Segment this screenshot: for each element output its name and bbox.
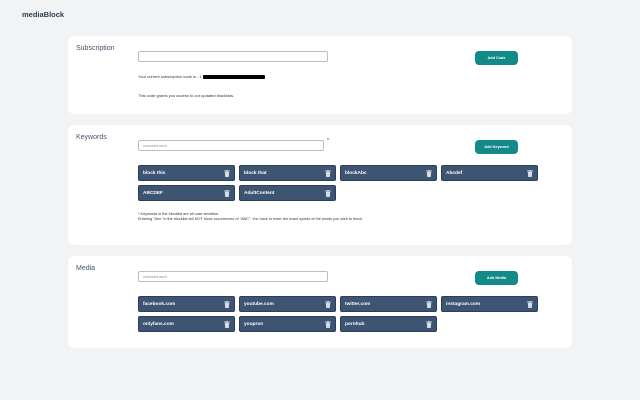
keyword-chip-label: ABCDEF (143, 190, 163, 196)
add-code-button[interactable]: Add Code (475, 51, 518, 65)
trash-icon[interactable] (425, 300, 432, 308)
media-chip: onlyfans.com (138, 316, 235, 332)
keyword-chip-label: blockAbc (345, 170, 367, 176)
media-chip-label: instagram.com (446, 301, 481, 307)
trash-icon[interactable] (526, 169, 533, 177)
subscription-code-input[interactable] (138, 51, 328, 62)
media-chip-label: pornhub (345, 321, 365, 327)
media-input[interactable] (138, 271, 328, 282)
media-chip: youpron (239, 316, 336, 332)
subscription-status-text: Your current subscription code is : 1 (138, 74, 202, 79)
app-title: mediaBlock (22, 10, 65, 19)
keyword-chip-label: block this (143, 170, 166, 176)
media-chip-label: facebook.com (143, 301, 176, 307)
subscription-title: Subscription (76, 45, 115, 52)
media-chip: facebook.com (138, 296, 235, 312)
subscription-card: Subscription Add Code Your current subsc… (68, 36, 572, 114)
keyword-chip-label: Abcdef (446, 170, 463, 176)
keyword-chip-list: block this block that blockAbc Abcdef AB… (138, 165, 538, 201)
keywords-title: Keywords (76, 134, 107, 141)
media-card: Media Add Media facebook.com youtube.com… (68, 256, 572, 348)
trash-icon[interactable] (324, 300, 331, 308)
trash-icon[interactable] (223, 169, 230, 177)
keyword-chip: block this (138, 165, 235, 181)
trash-icon[interactable] (526, 300, 533, 308)
media-chip: twitter.com (340, 296, 437, 312)
exact-syntax-note: Entering "Abc" in the blocklist will NOT… (138, 217, 364, 221)
trash-icon[interactable] (425, 169, 432, 177)
media-chip-label: twitter.com (345, 301, 371, 307)
media-chip-label: youtube.com (244, 301, 274, 307)
keyword-chip: blockAbc (340, 165, 437, 181)
media-chip-label: onlyfans.com (143, 321, 174, 327)
required-asterisk: * (327, 138, 329, 144)
keyword-chip: Abcdef (441, 165, 538, 181)
trash-icon[interactable] (324, 169, 331, 177)
keyword-chip: ABCDEF (138, 185, 235, 201)
trash-icon[interactable] (223, 320, 230, 328)
keyword-chip: AdultContent (239, 185, 336, 201)
trash-icon[interactable] (223, 189, 230, 197)
media-chip: youtube.com (239, 296, 336, 312)
media-chip-label: youpron (244, 321, 264, 327)
keyword-chip-label: AdultContent (244, 190, 275, 196)
keywords-notes: * Keywords in the blocklist are all case… (138, 212, 363, 222)
add-media-button[interactable]: Add Media (475, 271, 518, 285)
keyword-chip: block that (239, 165, 336, 181)
keyword-chip-label: block that (244, 170, 267, 176)
media-title: Media (76, 265, 96, 272)
media-chip-list: facebook.com youtube.com twitter.com ins… (138, 296, 538, 332)
subscription-info: This code grants you access to our updat… (138, 93, 235, 98)
trash-icon[interactable] (223, 300, 230, 308)
trash-icon[interactable] (324, 189, 331, 197)
trash-icon[interactable] (324, 320, 331, 328)
add-keyword-button[interactable]: Add Keyword (475, 140, 518, 154)
trash-icon[interactable] (425, 320, 432, 328)
media-chip: pornhub (340, 316, 437, 332)
media-chip: instagram.com (441, 296, 538, 312)
keyword-input[interactable] (138, 140, 324, 151)
subscription-status: Your current subscription code is : 1 (138, 74, 266, 79)
keywords-card: Keywords * Add Keyword block this block … (68, 125, 572, 245)
redacted-code (203, 75, 266, 79)
